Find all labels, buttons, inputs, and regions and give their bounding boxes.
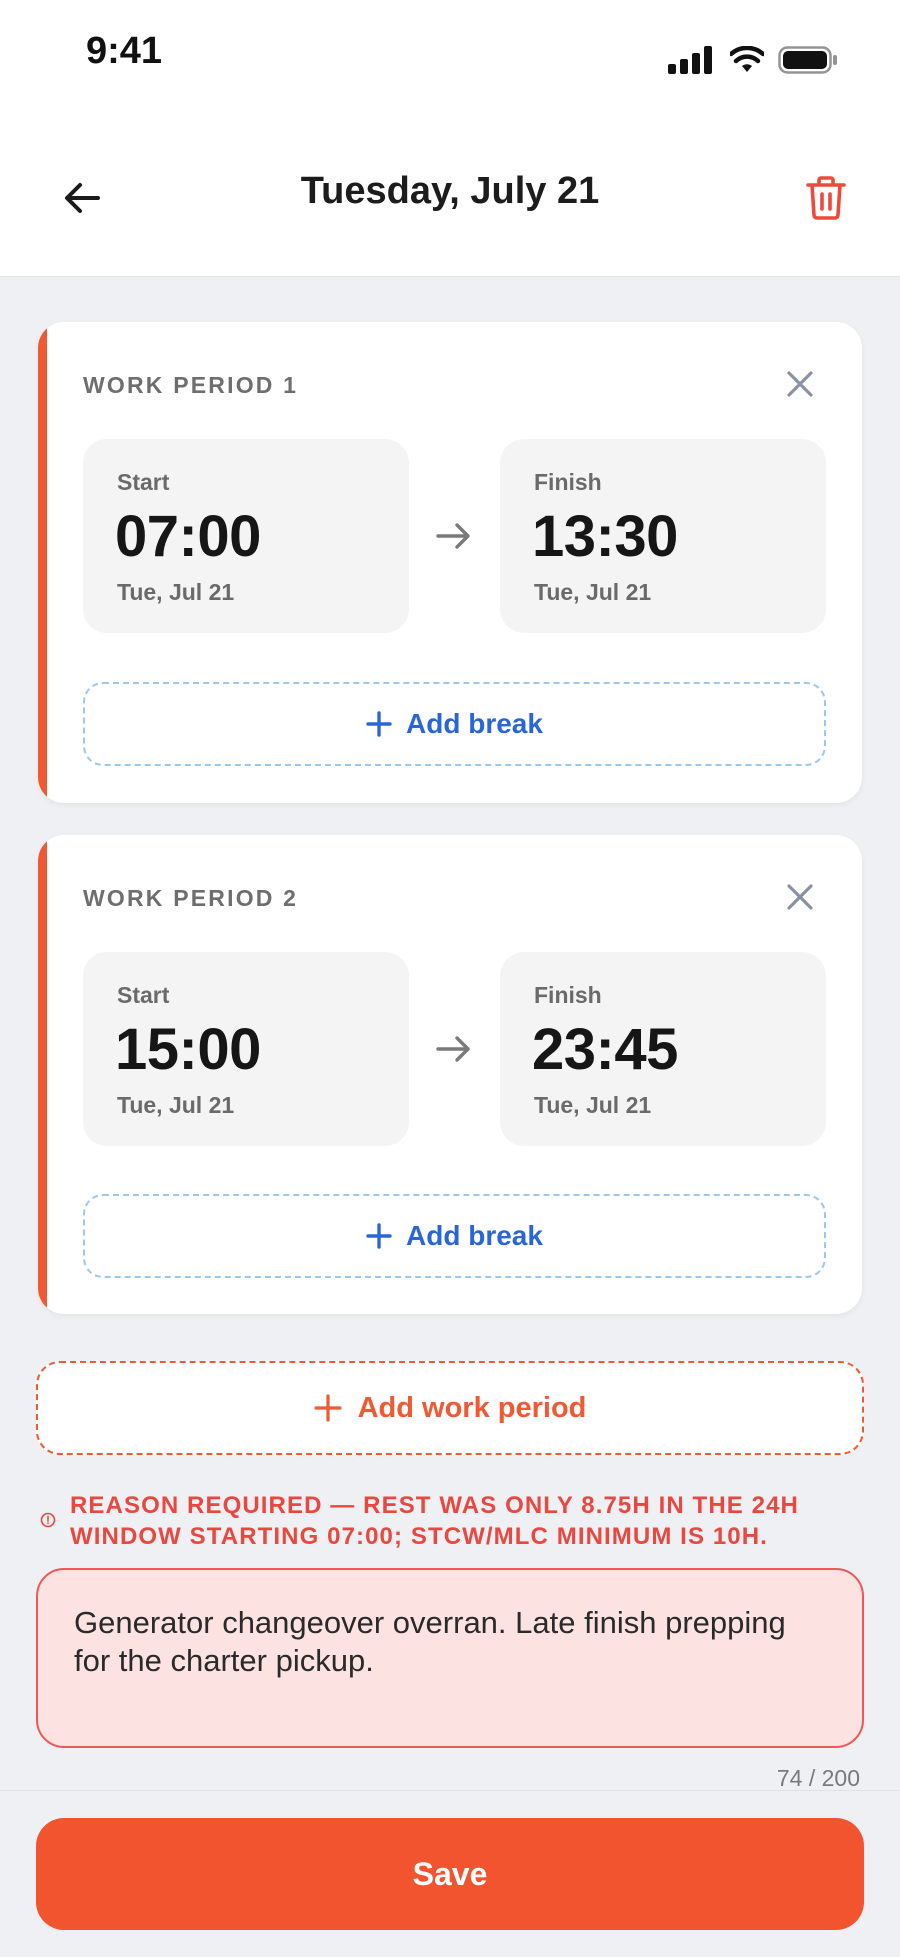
trash-icon <box>806 176 846 220</box>
start-date: Tue, Jul 21 <box>117 579 235 605</box>
start-time: 15:00 <box>115 1017 261 1082</box>
add-break-button[interactable]: Add break <box>83 682 826 766</box>
add-work-period-label: Add work period <box>357 1391 587 1424</box>
close-icon <box>787 371 813 397</box>
work-period-title: WORK PERIOD 1 <box>83 372 299 398</box>
wifi-icon <box>730 46 764 72</box>
finish-label: Finish <box>534 982 602 1008</box>
finish-time-picker[interactable]: Finish 23:45 Tue, Jul 21 <box>500 952 826 1146</box>
character-counter: 74 / 200 <box>776 1765 860 1791</box>
start-label: Start <box>117 982 170 1008</box>
work-period-card: WORK PERIOD 1 Start 07:00 Tue, Jul 21 Fi… <box>38 322 862 803</box>
remove-period-button[interactable] <box>778 875 822 919</box>
close-icon <box>787 884 813 910</box>
add-break-label: Add break <box>406 1220 543 1251</box>
plus-icon <box>313 1394 342 1422</box>
work-period-title: WORK PERIOD 2 <box>83 885 299 911</box>
delete-day-button[interactable] <box>798 170 854 226</box>
alert-circle-icon <box>40 1512 56 1528</box>
arrow-right-icon <box>436 523 470 549</box>
finish-date: Tue, Jul 21 <box>534 1092 652 1118</box>
add-break-label: Add break <box>406 708 543 739</box>
status-time: 9:41 <box>86 30 163 72</box>
add-break-button[interactable]: Add break <box>83 1194 826 1278</box>
start-time-picker[interactable]: Start 07:00 Tue, Jul 21 <box>83 439 409 633</box>
start-label: Start <box>117 469 170 495</box>
finish-time: 23:45 <box>532 1017 678 1082</box>
finish-label: Finish <box>534 469 602 495</box>
divider <box>0 1790 900 1791</box>
finish-time-picker[interactable]: Finish 13:30 Tue, Jul 21 <box>500 439 826 633</box>
work-period-card: WORK PERIOD 2 Start 15:00 Tue, Jul 21 Fi… <box>38 835 862 1314</box>
header-area: 9:41 Tuesday, July 21 <box>0 0 900 277</box>
start-time-picker[interactable]: Start 15:00 Tue, Jul 21 <box>83 952 409 1146</box>
rest-warning: REASON REQUIRED — REST WAS ONLY 8.75H IN… <box>40 1490 870 1552</box>
plus-icon <box>366 711 392 737</box>
finish-date: Tue, Jul 21 <box>534 579 652 605</box>
start-date: Tue, Jul 21 <box>117 1092 235 1118</box>
start-time: 07:00 <box>115 504 261 569</box>
arrow-right-icon <box>436 1036 470 1062</box>
add-work-period-button[interactable]: Add work period <box>36 1361 864 1455</box>
warning-text: REASON REQUIRED — REST WAS ONLY 8.75H IN… <box>70 1492 799 1550</box>
reason-input[interactable]: Generator changeover overran. Late finis… <box>36 1568 864 1748</box>
remove-period-button[interactable] <box>778 362 822 406</box>
status-icons <box>668 44 838 76</box>
page-title: Tuesday, July 21 <box>300 170 600 212</box>
save-button[interactable]: Save <box>36 1818 864 1930</box>
finish-time: 13:30 <box>532 504 678 569</box>
plus-icon <box>366 1223 392 1249</box>
signal-icon <box>668 46 712 74</box>
battery-icon <box>778 46 837 74</box>
